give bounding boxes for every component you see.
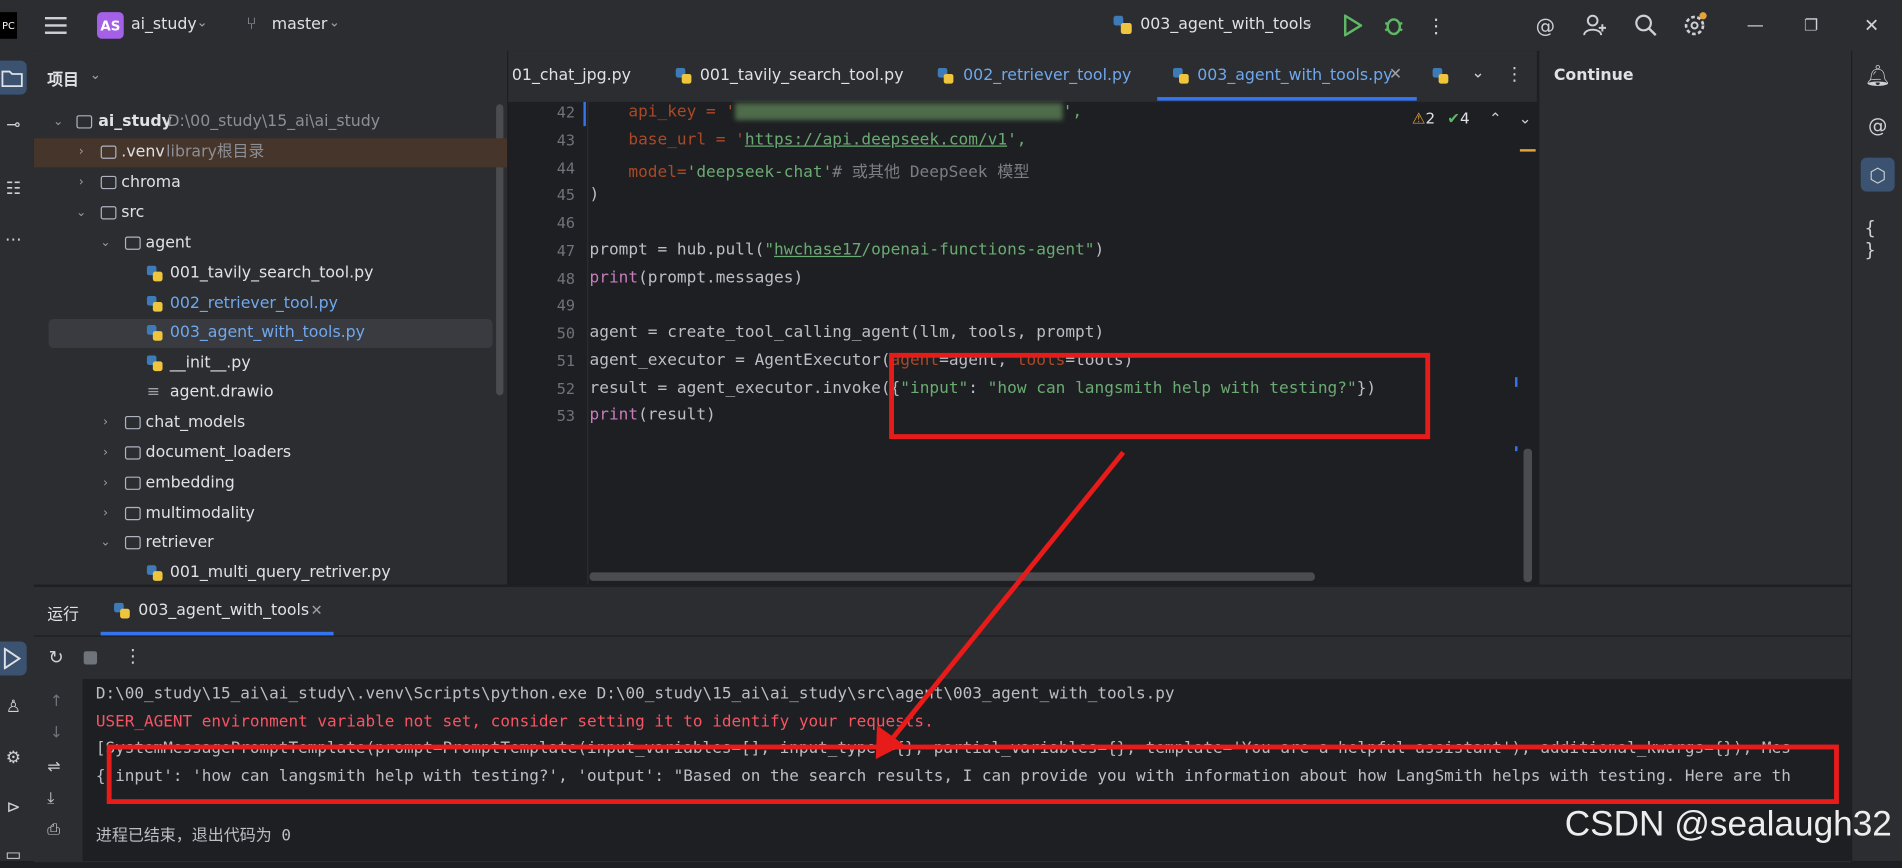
annotation-arrow bbox=[875, 450, 1126, 760]
watermark: CSDN @sealaugh32 bbox=[1564, 805, 1892, 845]
